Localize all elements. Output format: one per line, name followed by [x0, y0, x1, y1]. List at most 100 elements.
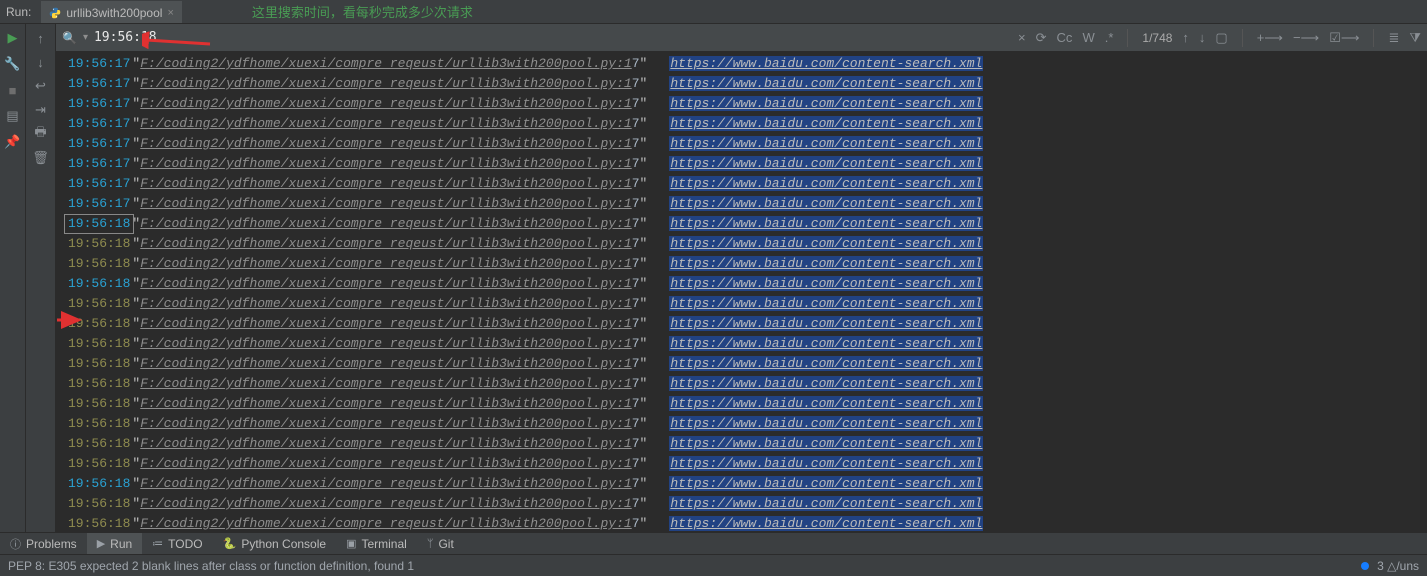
select-all-icon[interactable]: ▢ — [1215, 30, 1227, 46]
url-link[interactable]: https://www.baidu.com/content-search.xml — [669, 54, 983, 74]
file-link[interactable]: F:/coding2/ydfhome/xuexi/compre_reqeust/… — [140, 294, 631, 314]
clear-icon[interactable]: 🗑 — [33, 150, 49, 166]
add-selection-icon[interactable]: +⟶ — [1257, 30, 1283, 46]
tab-run[interactable]: ▶Run — [87, 533, 142, 554]
tab-problems[interactable]: ⓘProblems — [0, 533, 87, 554]
url-link[interactable]: https://www.baidu.com/content-search.xml — [669, 274, 983, 294]
console-output[interactable]: 19:56:17 "F:/coding2/ydfhome/xuexi/compr… — [56, 52, 1427, 532]
left-toolbar-2: ↑ ↓ ↩ ⇥ 🖶 🗑 — [26, 24, 56, 532]
file-link[interactable]: F:/coding2/ydfhome/xuexi/compre_reqeust/… — [140, 394, 631, 414]
select-occurrences-icon[interactable]: ☑⟶ — [1329, 30, 1359, 46]
quote: " — [640, 354, 648, 374]
regex-button[interactable]: .* — [1105, 30, 1114, 45]
line-number-tail: 7 — [632, 214, 640, 234]
timestamp: 19:56:18 — [66, 294, 132, 314]
timestamp: 19:56:18 — [66, 254, 132, 274]
console-line: 19:56:18 "F:/coding2/ydfhome/xuexi/compr… — [56, 274, 1427, 294]
file-link[interactable]: F:/coding2/ydfhome/xuexi/compre_reqeust/… — [140, 514, 631, 532]
tab-terminal[interactable]: ▣Terminal — [336, 533, 417, 554]
url-link[interactable]: https://www.baidu.com/content-search.xml — [669, 514, 983, 532]
filter-lines-icon[interactable]: ≣ — [1388, 30, 1399, 46]
refresh-icon[interactable]: ⟳ — [1036, 30, 1047, 46]
file-link[interactable]: F:/coding2/ydfhome/xuexi/compre_reqeust/… — [140, 494, 631, 514]
tab-git[interactable]: ᛘGit — [417, 533, 464, 554]
stop-icon[interactable]: ■ — [5, 82, 21, 98]
url-link[interactable]: https://www.baidu.com/content-search.xml — [669, 154, 983, 174]
timestamp: 19:56:17 — [66, 154, 132, 174]
file-link[interactable]: F:/coding2/ydfhome/xuexi/compre_reqeust/… — [140, 414, 631, 434]
console-line: 19:56:18 "F:/coding2/ydfhome/xuexi/compr… — [56, 334, 1427, 354]
url-link[interactable]: https://www.baidu.com/content-search.xml — [669, 134, 983, 154]
down-arrow-icon[interactable]: ↓ — [33, 54, 49, 70]
print-icon[interactable]: 🖶 — [33, 126, 49, 142]
chevron-down-icon[interactable]: ▾ — [83, 32, 88, 43]
file-link[interactable]: F:/coding2/ydfhome/xuexi/compre_reqeust/… — [140, 214, 631, 234]
url-link[interactable]: https://www.baidu.com/content-search.xml — [669, 374, 983, 394]
search-input[interactable] — [94, 30, 914, 45]
tab-python-console[interactable]: 🐍Python Console — [213, 533, 336, 554]
url-link[interactable]: https://www.baidu.com/content-search.xml — [669, 354, 983, 374]
url-link[interactable]: https://www.baidu.com/content-search.xml — [669, 494, 983, 514]
console-line: 19:56:17 "F:/coding2/ydfhome/xuexi/compr… — [56, 54, 1427, 74]
prev-match-icon[interactable]: ↑ — [1182, 30, 1189, 45]
file-link[interactable]: F:/coding2/ydfhome/xuexi/compre_reqeust/… — [140, 354, 631, 374]
url-link[interactable]: https://www.baidu.com/content-search.xml — [669, 474, 983, 494]
url-link[interactable]: https://www.baidu.com/content-search.xml — [669, 234, 983, 254]
soft-wrap-icon[interactable]: ↩ — [33, 78, 49, 94]
line-number-tail: 7 — [632, 474, 640, 494]
file-link[interactable]: F:/coding2/ydfhome/xuexi/compre_reqeust/… — [140, 74, 631, 94]
file-link[interactable]: F:/coding2/ydfhome/xuexi/compre_reqeust/… — [140, 114, 631, 134]
url-link[interactable]: https://www.baidu.com/content-search.xml — [669, 74, 983, 94]
file-link[interactable]: F:/coding2/ydfhome/xuexi/compre_reqeust/… — [140, 54, 631, 74]
file-link[interactable]: F:/coding2/ydfhome/xuexi/compre_reqeust/… — [140, 274, 631, 294]
timestamp: 19:56:18 — [66, 474, 132, 494]
file-link[interactable]: F:/coding2/ydfhome/xuexi/compre_reqeust/… — [140, 374, 631, 394]
file-link[interactable]: F:/coding2/ydfhome/xuexi/compre_reqeust/… — [140, 434, 631, 454]
file-link[interactable]: F:/coding2/ydfhome/xuexi/compre_reqeust/… — [140, 154, 631, 174]
file-link[interactable]: F:/coding2/ydfhome/xuexi/compre_reqeust/… — [140, 334, 631, 354]
url-link[interactable]: https://www.baidu.com/content-search.xml — [669, 394, 983, 414]
file-link[interactable]: F:/coding2/ydfhome/xuexi/compre_reqeust/… — [140, 254, 631, 274]
url-link[interactable]: https://www.baidu.com/content-search.xml — [669, 194, 983, 214]
url-link[interactable]: https://www.baidu.com/content-search.xml — [669, 214, 983, 234]
match-case-button[interactable]: Cc — [1057, 30, 1073, 45]
filter-icon[interactable]: ⧩ — [1409, 30, 1421, 46]
url-link[interactable]: https://www.baidu.com/content-search.xml — [669, 454, 983, 474]
quote: " — [640, 254, 648, 274]
close-icon[interactable]: × — [167, 7, 173, 19]
file-link[interactable]: F:/coding2/ydfhome/xuexi/compre_reqeust/… — [140, 194, 631, 214]
run-icon[interactable]: ▶ — [5, 30, 21, 46]
url-link[interactable]: https://www.baidu.com/content-search.xml — [669, 334, 983, 354]
timestamp: 19:56:17 — [66, 94, 132, 114]
file-link[interactable]: F:/coding2/ydfhome/xuexi/compre_reqeust/… — [140, 474, 631, 494]
next-match-icon[interactable]: ↓ — [1199, 30, 1206, 45]
up-arrow-icon[interactable]: ↑ — [33, 30, 49, 46]
quote: " — [640, 94, 648, 114]
url-link[interactable]: https://www.baidu.com/content-search.xml — [669, 114, 983, 134]
quote: " — [640, 514, 648, 532]
run-config-tab[interactable]: urllib3with200pool × — [41, 1, 182, 23]
url-link[interactable]: https://www.baidu.com/content-search.xml — [669, 434, 983, 454]
layout-icon[interactable]: ▤ — [5, 108, 21, 124]
url-link[interactable]: https://www.baidu.com/content-search.xml — [669, 314, 983, 334]
file-link[interactable]: F:/coding2/ydfhome/xuexi/compre_reqeust/… — [140, 94, 631, 114]
file-link[interactable]: F:/coding2/ydfhome/xuexi/compre_reqeust/… — [140, 454, 631, 474]
scroll-to-end-icon[interactable]: ⇥ — [33, 102, 49, 118]
file-link[interactable]: F:/coding2/ydfhome/xuexi/compre_reqeust/… — [140, 134, 631, 154]
file-link[interactable]: F:/coding2/ydfhome/xuexi/compre_reqeust/… — [140, 234, 631, 254]
url-link[interactable]: https://www.baidu.com/content-search.xml — [669, 94, 983, 114]
wrench-icon[interactable]: 🔧 — [5, 56, 21, 72]
quote: " — [132, 294, 140, 314]
pin-icon[interactable]: 📌 — [5, 134, 21, 150]
tab-todo[interactable]: ≔TODO — [142, 533, 212, 554]
quote: " — [640, 234, 648, 254]
clear-search-icon[interactable]: × — [1018, 30, 1026, 45]
url-link[interactable]: https://www.baidu.com/content-search.xml — [669, 414, 983, 434]
remove-selection-icon[interactable]: −⟶ — [1293, 30, 1319, 46]
words-button[interactable]: W — [1082, 30, 1094, 45]
url-link[interactable]: https://www.baidu.com/content-search.xml — [669, 254, 983, 274]
url-link[interactable]: https://www.baidu.com/content-search.xml — [669, 174, 983, 194]
url-link[interactable]: https://www.baidu.com/content-search.xml — [669, 294, 983, 314]
file-link[interactable]: F:/coding2/ydfhome/xuexi/compre_reqeust/… — [140, 174, 631, 194]
file-link[interactable]: F:/coding2/ydfhome/xuexi/compre_reqeust/… — [140, 314, 631, 334]
